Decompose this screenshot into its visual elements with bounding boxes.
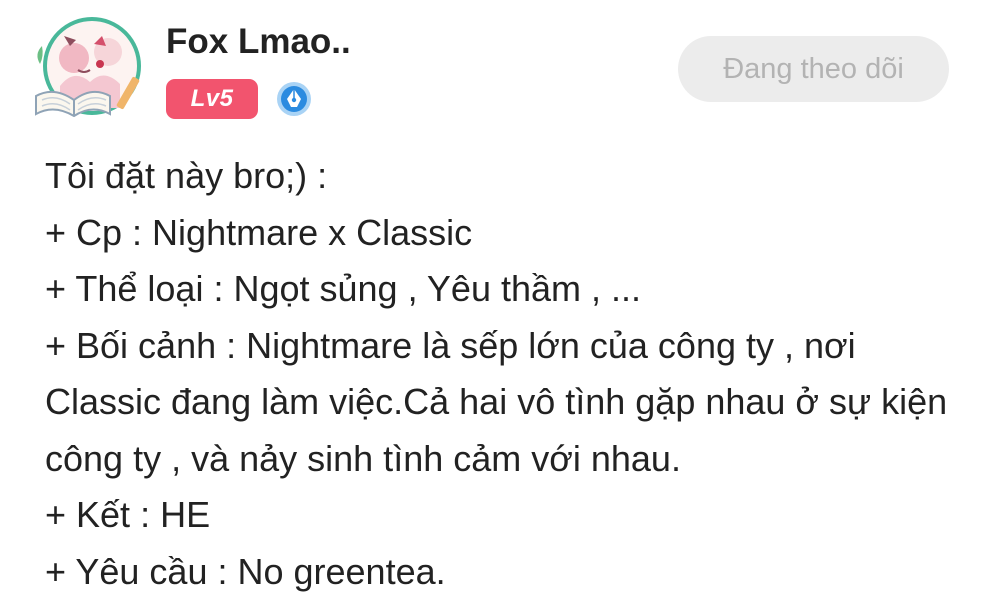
following-button[interactable]: Đang theo dõi: [678, 36, 949, 102]
avatar[interactable]: [34, 16, 146, 120]
avatar-image: [35, 17, 141, 118]
content-line: Tôi đặt này bro;) :: [45, 155, 328, 196]
level-badge: Lv5: [166, 79, 258, 119]
username[interactable]: Fox Lmao..: [166, 22, 351, 62]
content-line: + Yêu cầu : No greentea.: [45, 550, 446, 592]
post-content: Tôi đặt này bro;) : + Cp : Nightmare x C…: [45, 148, 955, 600]
content-line: + Cp : Nightmare x Classic: [45, 211, 473, 253]
pen-nib-icon: [276, 81, 312, 117]
content-line: + Bối cảnh : Nightmare là sếp lớn của cô…: [45, 324, 948, 479]
content-line: + Kết : HE: [45, 494, 211, 535]
content-line: + Thể loại : Ngọt sủng , Yêu thầm , ...: [45, 268, 642, 309]
post-card: Fox Lmao.. Lv5 Đang theo dõi Tôi đặt này…: [0, 0, 994, 600]
